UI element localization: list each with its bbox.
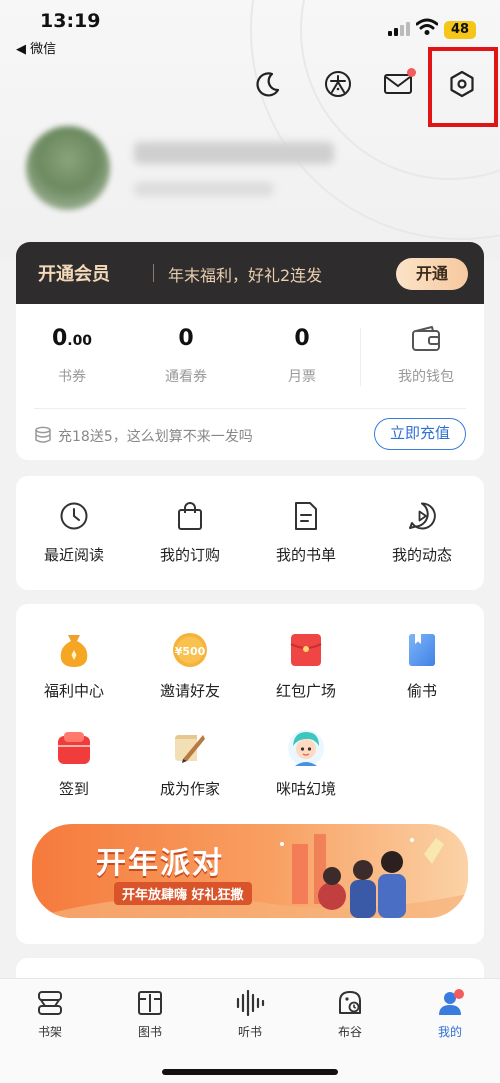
bugu-icon (310, 987, 390, 1019)
wallet-label: 我的钱包 (398, 369, 454, 385)
audio-icon (210, 987, 290, 1019)
vip-title: 开通会员 (38, 264, 110, 285)
mail-icon[interactable] (380, 66, 416, 102)
wifi-icon (416, 18, 438, 35)
vip-banner[interactable]: 开通会员 年末福利，好礼2连发 开通 (16, 242, 484, 304)
tab-mine[interactable]: 我的 (410, 987, 490, 1040)
service-label: 福利中心 (43, 682, 104, 700)
moon-icon[interactable] (250, 66, 286, 102)
my-wallet-button[interactable]: 我的钱包 (376, 324, 476, 386)
quill-icon (140, 728, 240, 768)
banner-title: 开年派对 (96, 846, 224, 881)
tab-label: 我的 (437, 1025, 462, 1039)
booklist-icon (256, 500, 356, 532)
profile-subtitle-blurred (134, 182, 274, 196)
service-label: 成为作家 (159, 780, 220, 798)
wallet-item-yuepiao[interactable]: 0 月票 (252, 324, 352, 386)
wallet-separator (360, 328, 361, 386)
service-checkin[interactable]: 签到 (24, 728, 124, 799)
quick-label: 我的书单 (275, 546, 336, 564)
avatar[interactable] (26, 126, 110, 210)
status-bar: 13:19 ◀ 微信 48 (0, 0, 500, 60)
back-to-app-link[interactable]: ◀ 微信 (16, 38, 56, 57)
tab-label: 图书 (137, 1025, 162, 1039)
profile-icon (410, 987, 490, 1019)
tab-label: 听书 (237, 1025, 262, 1039)
profile-name-blurred[interactable] (134, 142, 334, 164)
checkin-icon (24, 728, 124, 768)
service-migu-wonderland[interactable]: 咪咕幻境 (256, 728, 356, 799)
coin-500-icon: ¥500 (140, 630, 240, 670)
tab-bookshelf[interactable]: 书架 (10, 987, 90, 1040)
quick-label: 我的动态 (391, 546, 452, 564)
tab-books[interactable]: 图书 (110, 987, 190, 1040)
mail-notification-dot (407, 68, 416, 77)
tab-label: 书架 (37, 1025, 62, 1039)
tai-icon[interactable] (320, 66, 356, 102)
service-invite-friends[interactable]: ¥500 邀请好友 (140, 630, 240, 701)
settings-highlight-box (428, 47, 498, 127)
service-label: 咪咕幻境 (275, 780, 336, 798)
service-steal-book[interactable]: 偷书 (372, 630, 472, 701)
service-red-envelope-square[interactable]: 红包广场 (256, 630, 356, 701)
quick-item-my-booklist[interactable]: 我的书单 (256, 500, 356, 565)
wallet-icon (376, 324, 476, 354)
svg-text:¥500: ¥500 (175, 645, 206, 658)
battery-indicator: 48 (444, 21, 476, 39)
quick-label: 最近阅读 (43, 546, 104, 564)
vip-promo-text: 年末福利，好礼2连发 (168, 266, 323, 285)
status-time: 13:19 (40, 10, 101, 32)
wallet-item-shuquan[interactable]: 0.00 书券 (22, 324, 122, 386)
wallet-label: 通看券 (165, 369, 207, 385)
service-label: 签到 (58, 780, 89, 798)
vip-open-button[interactable]: 开通 (396, 258, 468, 290)
wallet-item-tongkanquan[interactable]: 0 通看券 (136, 324, 236, 386)
signal-icon (388, 22, 412, 36)
avatar-character-icon (256, 728, 356, 768)
quick-label: 我的订购 (159, 546, 220, 564)
tab-audiobooks[interactable]: 听书 (210, 987, 290, 1040)
service-label: 偷书 (406, 682, 437, 700)
home-indicator[interactable] (162, 1069, 338, 1075)
wallet-value: 0 (294, 326, 310, 351)
book-icon (110, 987, 190, 1019)
service-become-writer[interactable]: 成为作家 (140, 728, 240, 799)
moneybag-icon (24, 630, 124, 670)
bag-icon (140, 500, 240, 532)
wallet-value: 0 (178, 326, 194, 351)
tab-notification-dot (454, 989, 464, 999)
coins-icon (35, 426, 51, 443)
service-label: 邀请好友 (159, 682, 220, 700)
activity-icon (372, 500, 472, 532)
recharge-button[interactable]: 立即充值 (374, 418, 466, 450)
vip-divider (153, 264, 154, 282)
bottom-tab-bar: 书架 图书 听书 布谷 我的 (0, 978, 500, 1083)
wallet-label: 月票 (288, 369, 316, 385)
clock-icon (24, 500, 124, 532)
tab-label: 布谷 (337, 1025, 362, 1039)
wallet-divider (34, 408, 466, 409)
book-blue-icon (372, 630, 472, 670)
banner-subtitle: 开年放肆嗨 好礼狂撒 (114, 882, 252, 905)
service-label: 红包广场 (275, 682, 336, 700)
quick-actions-card: 最近阅读 我的订购 我的书单 我的动态 (16, 476, 484, 590)
services-card: 福利中心 ¥500 邀请好友 红包广场 偷书 签到 成为作家 咪咕幻境 开年派对… (16, 604, 484, 944)
tab-bugu[interactable]: 布谷 (310, 987, 390, 1040)
bookshelf-icon (10, 987, 90, 1019)
wallet-label: 书券 (58, 369, 86, 385)
red-envelope-icon (256, 630, 356, 670)
recharge-promo-text: 充18送5，这么划算不来一发吗 (58, 429, 253, 445)
quick-item-my-orders[interactable]: 我的订购 (140, 500, 240, 565)
service-welfare-center[interactable]: 福利中心 (24, 630, 124, 701)
wallet-value: 0.00 (51, 326, 93, 351)
quick-item-my-activity[interactable]: 我的动态 (372, 500, 472, 565)
new-year-party-banner[interactable]: 开年派对 开年放肆嗨 好礼狂撒 (32, 824, 468, 918)
wallet-card: 0.00 书券 0 通看券 0 月票 我的钱包 充18送5，这么划算不来一发吗 … (16, 304, 484, 460)
quick-item-recent-reading[interactable]: 最近阅读 (24, 500, 124, 565)
